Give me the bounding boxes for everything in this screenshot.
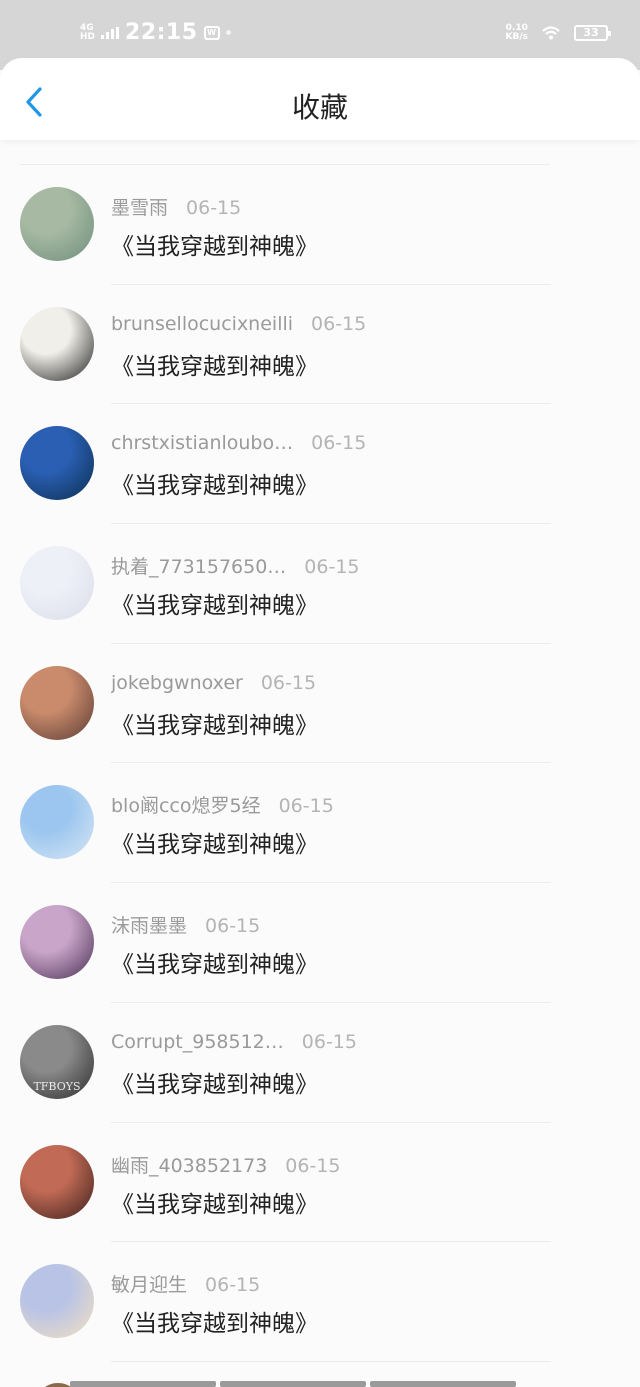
item-date: 06-15	[205, 1274, 261, 1297]
avatar[interactable]	[20, 665, 94, 740]
favorite-item[interactable]: brunsellocucixneilli 06-15 《当我穿越到神魄》	[0, 285, 640, 405]
item-title[interactable]: 《当我穿越到神魄》	[111, 347, 318, 381]
favorites-list: 墨雪雨 06-15 《当我穿越到神魄》 brunsellocucixneilli 06-…	[0, 140, 640, 1362]
favorite-item[interactable]: 沫雨墨墨 06-15 《当我穿越到神魄》	[0, 883, 640, 1003]
avatar[interactable]	[20, 426, 94, 501]
list-top-divider	[20, 140, 550, 165]
avatar[interactable]	[20, 785, 94, 860]
item-date: 06-15	[186, 197, 242, 219]
username[interactable]: blo阚cco熄罗5经	[111, 791, 261, 818]
item-date: 06-15	[311, 312, 367, 335]
scroll-segment	[70, 1381, 216, 1387]
battery-level: 33	[583, 26, 599, 39]
username[interactable]: 敏月迎生	[111, 1270, 187, 1297]
item-meta: Corrupt_958512… 06-15	[111, 1031, 357, 1053]
avatar[interactable]	[20, 1144, 94, 1219]
item-date: 06-15	[260, 671, 317, 694]
status-time: 22:15	[125, 20, 198, 45]
network-speed: 0.10 KB/s	[506, 24, 528, 42]
avatar[interactable]	[20, 306, 94, 381]
status-left: 4G HD 22:15 W	[80, 20, 231, 45]
item-date: 06-15	[278, 795, 334, 818]
item-title[interactable]: 《当我穿越到神魄》	[111, 1185, 318, 1219]
item-meta: chrstxistianloubo… 06-15	[111, 432, 366, 454]
battery-icon: 33	[574, 25, 611, 41]
item-title[interactable]: 《当我穿越到神魄》	[111, 825, 318, 859]
favorite-item[interactable]: 执着_773157650… 06-15 《当我穿越到神魄》	[0, 524, 640, 644]
item-meta: jokebgwnoxer 06-15	[111, 672, 316, 694]
network-sublabel: HD	[80, 31, 96, 42]
notification-icon: W	[203, 25, 220, 40]
username[interactable]: brunsellocucixneilli	[111, 313, 293, 335]
scroll-segment	[220, 1381, 366, 1387]
item-meta: 幽雨_403852173 06-15	[111, 1151, 341, 1178]
item-meta: 沫雨墨墨 06-15	[111, 911, 260, 938]
avatar[interactable]	[20, 546, 94, 621]
item-title[interactable]: 《当我穿越到神魄》	[111, 227, 318, 261]
avatar[interactable]: TFBOYS	[20, 1024, 94, 1099]
item-title[interactable]: 《当我穿越到神魄》	[111, 466, 318, 500]
item-date: 06-15	[285, 1154, 341, 1177]
favorite-item[interactable]: blo阚cco熄罗5经 06-15 《当我穿越到神魄》	[0, 763, 640, 884]
bottom-scroll-indicator	[70, 1381, 516, 1387]
item-title[interactable]: 《当我穿越到神魄》	[111, 586, 318, 620]
item-meta: 执着_773157650… 06-15	[111, 552, 360, 579]
network-indicator: 4G HD	[80, 23, 96, 42]
item-date: 06-15	[311, 432, 367, 455]
notification-dot-icon	[225, 30, 231, 35]
wifi-icon	[542, 26, 560, 40]
scroll-segment	[370, 1381, 516, 1387]
item-meta: brunsellocucixneilli 06-15	[111, 313, 366, 335]
item-title[interactable]: 《当我穿越到神魄》	[111, 706, 318, 740]
signal-icon	[101, 26, 120, 39]
status-right: 0.10 KB/s 33	[506, 24, 611, 42]
favorite-item[interactable]: 墨雪雨 06-15 《当我穿越到神魄》	[0, 165, 640, 285]
avatar[interactable]	[20, 1264, 94, 1339]
item-title[interactable]: 《当我穿越到神魄》	[111, 1304, 318, 1338]
item-title[interactable]: 《当我穿越到神魄》	[111, 945, 318, 979]
network-speed-unit: KB/s	[505, 32, 528, 42]
item-title[interactable]: 《当我穿越到神魄》	[111, 1065, 318, 1099]
favorite-item[interactable]: jokebgwnoxer 06-15 《当我穿越到神魄》	[0, 644, 640, 764]
item-meta: 敏月迎生 06-15	[111, 1270, 260, 1297]
username[interactable]: 执着_773157650…	[111, 552, 286, 579]
favorite-item[interactable]: 幽雨_403852173 06-15 《当我穿越到神魄》	[0, 1123, 640, 1243]
item-meta: 墨雪雨 06-15	[111, 193, 241, 220]
item-date: 06-15	[301, 1030, 357, 1053]
item-divider	[111, 1360, 551, 1362]
page-title: 收藏	[291, 91, 348, 124]
username[interactable]: Corrupt_958512…	[111, 1031, 284, 1053]
nav-bar: 收藏	[0, 58, 640, 140]
favorite-item[interactable]: chrstxistianloubo… 06-15 《当我穿越到神魄》	[0, 404, 640, 525]
favorite-item[interactable]: TFBOYS Corrupt_958512… 06-15 《当我穿越到神魄》	[0, 1003, 640, 1123]
username[interactable]: 沫雨墨墨	[111, 911, 187, 938]
item-meta: blo阚cco熄罗5经 06-15	[111, 791, 334, 818]
avatar[interactable]	[20, 905, 94, 980]
item-date: 06-15	[304, 556, 360, 579]
username[interactable]: chrstxistianloubo…	[111, 432, 293, 454]
username[interactable]: 墨雪雨	[111, 193, 168, 220]
item-date: 06-15	[205, 915, 261, 938]
username[interactable]: 幽雨_403852173	[111, 1151, 267, 1178]
username[interactable]: jokebgwnoxer	[111, 672, 243, 694]
avatar-text: TFBOYS	[33, 1079, 81, 1093]
avatar[interactable]	[20, 187, 94, 261]
favorite-item[interactable]: 敏月迎生 06-15 《当我穿越到神魄》	[0, 1242, 640, 1362]
